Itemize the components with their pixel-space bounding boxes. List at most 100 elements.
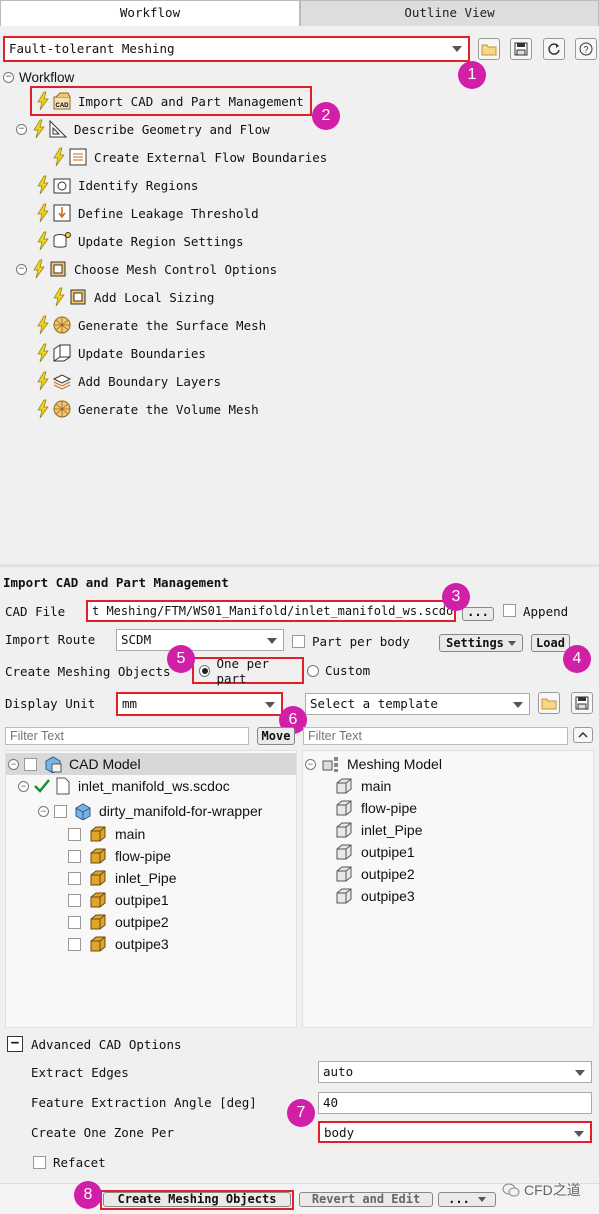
- mesh-tree-root[interactable]: − Meshing Model: [305, 753, 442, 775]
- workflow-step[interactable]: Define Leakage Threshold: [36, 201, 259, 225]
- cad-part-checkbox[interactable]: [68, 915, 81, 929]
- part-body-icon: [90, 826, 106, 842]
- step-mesh-icon: [70, 289, 86, 305]
- workflow-step[interactable]: Add Boundary Layers: [36, 369, 221, 393]
- save-button[interactable]: [510, 38, 532, 60]
- browse-button[interactable]: ...: [462, 606, 494, 621]
- cad-part-item[interactable]: outpipe1: [68, 889, 169, 911]
- cad-part-checkbox[interactable]: [68, 849, 81, 863]
- mesh-part-item[interactable]: flow-pipe: [335, 797, 417, 819]
- open-template-button[interactable]: [538, 692, 560, 714]
- cad-filter-input[interactable]: [5, 727, 249, 745]
- lightning-icon: [33, 119, 45, 139]
- collapse-icon[interactable]: −: [38, 805, 49, 817]
- workflow-step[interactable]: Generate the Volume Mesh: [36, 397, 259, 421]
- mesh-filter-input[interactable]: [303, 727, 568, 745]
- step-geom-icon: [49, 119, 68, 138]
- collapse-icon[interactable]: −: [16, 263, 27, 275]
- help-button[interactable]: ?: [575, 38, 597, 60]
- mesh-part-item[interactable]: main: [335, 775, 391, 797]
- radio-selected-icon[interactable]: [199, 664, 211, 677]
- revert-and-edit-button[interactable]: Revert and Edit: [299, 1192, 433, 1207]
- workflow-step[interactable]: − Describe Geometry and Flow: [16, 117, 270, 141]
- collapse-icon[interactable]: −: [3, 71, 14, 83]
- cad-tree-root[interactable]: − CAD Model: [6, 753, 296, 775]
- assembly-checkbox[interactable]: [54, 804, 67, 818]
- cad-part-item[interactable]: flow-pipe: [68, 845, 171, 867]
- meshing-model-icon: [322, 757, 338, 772]
- settings-button[interactable]: Settings: [439, 634, 523, 652]
- mesh-part-item[interactable]: outpipe3: [335, 885, 415, 907]
- display-unit-select[interactable]: mm: [116, 692, 283, 716]
- refacet-checkbox[interactable]: [33, 1156, 46, 1169]
- collapse-advanced-icon[interactable]: −: [7, 1036, 23, 1052]
- extract-edges-select[interactable]: auto: [318, 1061, 592, 1083]
- chevron-up-icon: [578, 731, 588, 738]
- cad-root-checkbox[interactable]: [24, 757, 37, 771]
- workflow-root[interactable]: − Workflow: [3, 69, 74, 85]
- collapse-icon[interactable]: −: [16, 123, 27, 135]
- refresh-button[interactable]: [543, 38, 565, 60]
- collapse-icon[interactable]: −: [18, 780, 29, 792]
- mesh-part-label: outpipe1: [361, 844, 415, 860]
- mesh-object-icon: [336, 888, 352, 904]
- part-body-icon: [90, 848, 106, 864]
- mesh-part-item[interactable]: outpipe2: [335, 863, 415, 885]
- cad-part-item[interactable]: outpipe3: [68, 933, 169, 955]
- workflow-step[interactable]: Update Region Settings: [36, 229, 244, 253]
- workflow-step[interactable]: − Choose Mesh Control Options: [16, 257, 277, 281]
- part-per-body-checkbox[interactable]: [292, 635, 305, 648]
- workflow-step[interactable]: Identify Regions: [36, 173, 198, 197]
- create-meshing-objects-button[interactable]: Create Meshing Objects: [103, 1192, 291, 1207]
- collapse-icon[interactable]: −: [8, 758, 19, 770]
- import-route-select[interactable]: SCDM: [116, 629, 284, 651]
- save-template-button[interactable]: [571, 692, 593, 714]
- workflow-step[interactable]: Add Local Sizing: [52, 285, 214, 309]
- chevron-down-icon: [452, 46, 462, 52]
- collapse-icon[interactable]: −: [305, 758, 316, 770]
- cad-assembly-node[interactable]: − dirty_manifold-for-wrapper: [38, 800, 262, 822]
- one-zone-per-label: Create One Zone Per: [31, 1125, 174, 1140]
- cad-part-checkbox[interactable]: [68, 827, 81, 841]
- custom-option[interactable]: Custom: [307, 663, 370, 678]
- workflow-step[interactable]: Update Boundaries: [36, 341, 206, 365]
- step-leak-icon: [53, 204, 71, 222]
- settings-label: Settings: [446, 636, 504, 650]
- cad-part-checkbox[interactable]: [68, 893, 81, 907]
- cad-part-item[interactable]: main: [68, 823, 145, 845]
- cad-file-input[interactable]: t Meshing/FTM/WS01_Manifold/inlet_manifo…: [86, 600, 456, 622]
- workflow-step[interactable]: Generate the Surface Mesh: [36, 313, 266, 337]
- cad-file-node[interactable]: − inlet_manifold_ws.scdoc: [18, 775, 230, 797]
- cad-part-item[interactable]: outpipe2: [68, 911, 169, 933]
- move-button[interactable]: Move: [257, 727, 295, 745]
- append-label: Append: [523, 604, 569, 619]
- one-zone-per-select[interactable]: body: [318, 1121, 592, 1143]
- collapse-filter-button[interactable]: [573, 727, 593, 743]
- panel-splitter[interactable]: [0, 564, 599, 567]
- mesh-part-item[interactable]: inlet_Pipe: [335, 819, 423, 841]
- workflow-step[interactable]: Create External Flow Boundaries: [52, 145, 327, 169]
- tab-workflow[interactable]: Workflow: [0, 0, 300, 26]
- workflow-root-label: Workflow: [19, 69, 75, 85]
- append-checkbox[interactable]: [503, 604, 516, 617]
- part-per-body-label: Part per body: [312, 634, 410, 649]
- one-per-part-option[interactable]: One per part: [192, 656, 304, 686]
- step-region-icon: [53, 178, 71, 194]
- feature-angle-input[interactable]: 40: [318, 1092, 592, 1114]
- template-select[interactable]: Select a template: [305, 693, 530, 715]
- workflow-type-select[interactable]: Fault-tolerant Meshing: [3, 36, 470, 62]
- cad-part-checkbox[interactable]: [68, 871, 81, 885]
- open-folder-button[interactable]: [478, 38, 500, 60]
- cad-part-checkbox[interactable]: [68, 937, 81, 951]
- radio-unselected-icon[interactable]: [307, 664, 319, 677]
- tab-outline-view[interactable]: Outline View: [300, 0, 599, 26]
- more-options-label: ...: [448, 1192, 470, 1206]
- more-options-button[interactable]: ...: [438, 1192, 496, 1207]
- cad-part-item[interactable]: inlet_Pipe: [68, 867, 177, 889]
- mesh-part-label: main: [361, 778, 392, 794]
- callout-badge-5: 5: [167, 645, 195, 673]
- load-button[interactable]: Load: [531, 634, 570, 652]
- import-route-label: Import Route: [5, 632, 96, 647]
- lightning-icon: [37, 343, 49, 363]
- mesh-part-item[interactable]: outpipe1: [335, 841, 415, 863]
